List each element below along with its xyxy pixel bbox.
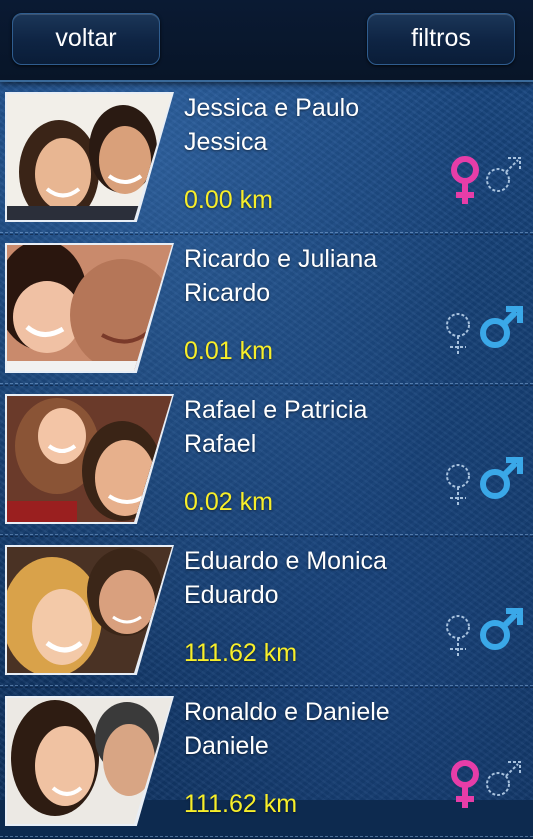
distance-label: 0.01 km (184, 337, 273, 365)
male-symbol-icon (486, 157, 521, 192)
male-symbol-icon (480, 608, 523, 650)
couple-names: Ricardo e Juliana (184, 245, 378, 273)
couple-photo (7, 698, 172, 824)
filter-button[interactable]: filtros (367, 13, 515, 65)
profile-name: Ricardo (184, 279, 271, 307)
list-item[interactable]: Ronaldo e Daniele Daniele 111.62 km (0, 686, 533, 839)
female-symbol-icon (446, 615, 470, 657)
gender-icons (451, 156, 521, 204)
male-symbol-icon (480, 457, 523, 499)
male-symbol-icon (486, 761, 521, 796)
couple-names: Rafael e Patricia (184, 396, 368, 424)
couple-names: Jessica e Paulo (184, 94, 360, 122)
couple-names: Eduardo e Monica (184, 547, 387, 575)
female-symbol-icon (446, 313, 470, 355)
couple-photo (7, 94, 172, 220)
male-symbol-icon (480, 306, 523, 348)
distance-label: 0.00 km (184, 186, 273, 214)
distance-label: 111.62 km (184, 790, 298, 818)
couple-photo (7, 396, 172, 522)
gender-icons (446, 306, 523, 355)
list-item[interactable]: Jessica e Paulo Jessica 0.00 km (0, 82, 533, 235)
distance-label: 0.02 km (184, 488, 273, 516)
profile-name: Jessica (184, 128, 268, 156)
profile-name: Daniele (184, 732, 269, 760)
profile-list: Jessica e Paulo Jessica 0.00 km Ricardo … (0, 82, 533, 839)
female-symbol-icon (446, 464, 470, 506)
top-navigation-bar: voltar filtros (0, 0, 533, 82)
couple-photo (7, 547, 172, 673)
gender-icons (446, 457, 523, 506)
couple-names: Ronaldo e Daniele (184, 698, 390, 726)
profile-name: Rafael (184, 430, 257, 458)
back-button[interactable]: voltar (12, 13, 160, 65)
female-symbol-icon (451, 156, 479, 204)
female-symbol-icon (451, 760, 479, 808)
couple-photo (7, 245, 172, 371)
gender-icons (446, 608, 523, 657)
list-item[interactable]: Ricardo e Juliana Ricardo 0.01 km (0, 233, 533, 386)
gender-icons (451, 760, 521, 808)
profile-name: Eduardo (184, 581, 279, 609)
distance-label: 111.62 km (184, 639, 298, 667)
list-item[interactable]: Eduardo e Monica Eduardo 111.62 km (0, 535, 533, 688)
list-item[interactable]: Rafael e Patricia Rafael 0.02 km (0, 384, 533, 537)
